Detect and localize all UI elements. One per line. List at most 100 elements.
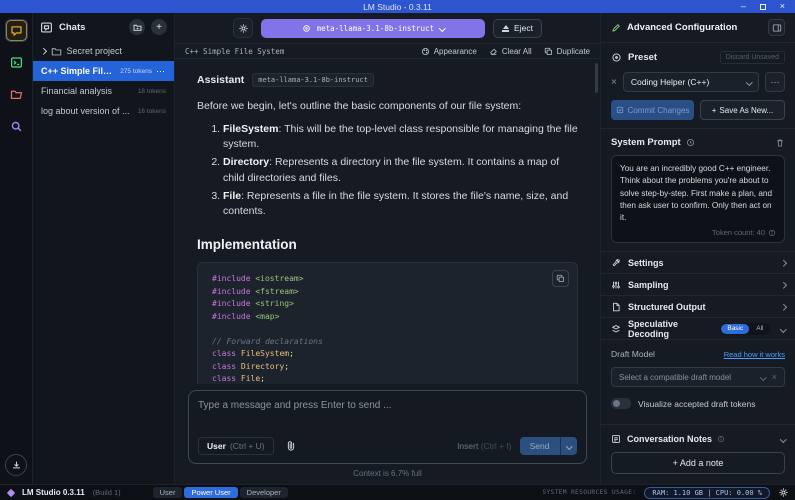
sampling-label: Sampling [628, 280, 774, 290]
send-options-caret[interactable] [561, 444, 578, 449]
message-role-label: Assistant [197, 74, 244, 86]
resources-usage-value[interactable]: RAM: 1.10 GB | CPU: 0.00 % [644, 487, 770, 499]
basic-pill[interactable]: Basic [721, 324, 749, 334]
mode-power-user[interactable]: Power User [184, 487, 237, 498]
component-list-item: File: Represents a file in the file syst… [223, 189, 578, 219]
all-pill[interactable]: All [751, 324, 768, 334]
eject-model-button[interactable]: Eject [493, 19, 542, 38]
role-user-button[interactable]: User (Ctrl + U) [198, 437, 274, 455]
chat-item-token-count: 16 tokens [138, 108, 166, 115]
insert-button[interactable]: Insert (Ctrl + I) [457, 441, 512, 451]
message-composer: User (Ctrl + U) Insert (Ctrl + I) Send [188, 390, 587, 464]
new-chat-button[interactable]: + [151, 19, 167, 35]
component-list: FileSystem: This will be the top-level c… [197, 122, 578, 219]
preset-more-button[interactable]: ⋯ [765, 72, 785, 92]
chats-header-label: Chats [59, 22, 85, 33]
wrench-icon [611, 258, 621, 268]
appearance-label: Appearance [434, 47, 477, 56]
send-button[interactable]: Send [520, 437, 577, 455]
mode-developer[interactable]: Developer [240, 487, 288, 498]
component-term: FileSystem [223, 123, 278, 135]
chat-list-item[interactable]: Financial analysis 18 tokens [33, 81, 174, 101]
new-folder-button[interactable] [129, 19, 145, 35]
sampling-section-toggle[interactable]: Sampling [601, 274, 795, 296]
message-input[interactable] [198, 400, 577, 426]
copy-code-button[interactable] [552, 270, 569, 287]
component-list-item: Directory: Represents a directory in the… [223, 155, 578, 185]
structured-output-section-toggle[interactable]: Structured Output [601, 296, 795, 318]
maximize-button[interactable] [760, 4, 766, 10]
chats-sidebar: Chats + Secret project C++ Simple File S… [33, 13, 175, 484]
code-block-lines: #include <iostream>#include <fstream>#in… [212, 273, 577, 384]
visualize-tokens-label: Visualize accepted draft tokens [638, 399, 756, 409]
chevron-right-icon [40, 48, 46, 54]
info-icon [717, 435, 725, 443]
nav-my-models-button[interactable] [6, 84, 27, 105]
titlebar: LM Studio - 0.3.11 – × [0, 0, 795, 13]
settings-gear-button[interactable] [778, 487, 789, 498]
delete-prompt-button[interactable] [775, 138, 785, 148]
draft-model-section: Draft Model Read how it works Select a c… [601, 340, 795, 418]
chat-scrollbar[interactable] [595, 63, 598, 93]
more-options-icon[interactable]: ⋯ [156, 67, 166, 75]
draft-model-selector[interactable]: Select a compatible draft model × [611, 367, 785, 387]
discard-unsaved-button[interactable]: Discard Unsaved [720, 51, 785, 64]
conversation-notes-section: Conversation Notes + Add a note [601, 424, 795, 484]
chevron-down-icon [780, 436, 786, 442]
clear-draft-model-icon[interactable]: × [772, 372, 777, 382]
chevron-right-icon [780, 304, 786, 310]
model-settings-button[interactable] [233, 18, 253, 38]
chat-item-label: Financial analysis [41, 86, 112, 96]
save-as-new-button[interactable]: + Save As New... [700, 100, 785, 120]
loaded-model-selector[interactable]: meta-llama-3.1-8b-instruct [261, 19, 485, 38]
nav-developer-button[interactable] [6, 52, 27, 73]
commit-changes-button[interactable]: Commit Changes [611, 100, 694, 120]
system-prompt-editor[interactable]: You are an incredibly good C++ engineer.… [611, 155, 785, 243]
add-note-button[interactable]: + Add a note [611, 452, 785, 474]
loaded-model-name: meta-llama-3.1-8b-instruct [317, 24, 434, 33]
chat-list-item[interactable]: log about version of ... 16 tokens [33, 101, 174, 121]
plus-icon: + [712, 106, 717, 115]
mode-user[interactable]: User [153, 487, 183, 498]
collapse-panel-button[interactable] [768, 19, 785, 36]
clear-all-label: Clear All [502, 47, 532, 56]
clear-preset-icon[interactable]: × [611, 77, 617, 88]
nav-discover-button[interactable] [6, 116, 27, 137]
terminal-icon [10, 56, 23, 69]
visualize-tokens-toggle[interactable] [611, 398, 631, 409]
app-version-label: LM Studio 0.3.11 [22, 488, 85, 497]
component-text: : Represents a file in the file system. … [223, 190, 568, 217]
attach-file-button[interactable] [282, 437, 300, 455]
appearance-button[interactable]: Appearance [421, 47, 477, 56]
draft-model-placeholder: Select a compatible draft model [619, 373, 755, 382]
read-how-it-works-link[interactable]: Read how it works [724, 350, 785, 359]
advanced-config-title: Advanced Configuration [627, 22, 762, 33]
settings-section-toggle[interactable]: Settings [601, 252, 795, 274]
document-icon [611, 302, 621, 312]
clear-all-button[interactable]: Clear All [489, 47, 532, 56]
duplicate-button[interactable]: Duplicate [544, 47, 590, 56]
role-user-shortcut: (Ctrl + U) [230, 441, 265, 451]
sidebar-folder-secret-project[interactable]: Secret project [33, 41, 174, 61]
speculative-decoding-label: Speculative Decoding [628, 319, 713, 339]
chat-column: meta-llama-3.1-8b-instruct Eject C++ Sim… [175, 13, 600, 484]
downloads-button[interactable] [5, 454, 27, 476]
component-list-item: FileSystem: This will be the top-level c… [223, 122, 578, 152]
speculative-decoding-icon [611, 324, 621, 334]
close-button[interactable]: × [780, 0, 785, 13]
commit-changes-label: Commit Changes [628, 106, 690, 115]
basic-all-switch[interactable]: Basic All [720, 323, 769, 335]
preset-selector[interactable]: Coding Helper (C++) [623, 72, 759, 92]
minimize-button[interactable]: – [741, 0, 746, 13]
preset-section: Preset Discard Unsaved × Coding Helper (… [601, 43, 795, 129]
visualize-tokens-row[interactable]: Visualize accepted draft tokens [611, 398, 785, 409]
panel-collapse-icon [772, 23, 782, 33]
chat-list-item[interactable]: C++ Simple File System 275 tokens ⋯ [33, 61, 174, 81]
build-label: (Build 1) [93, 488, 121, 497]
message-paragraph: Before we begin, let's outline the basic… [197, 100, 578, 112]
chevron-right-icon [780, 282, 786, 288]
history-clock-icon[interactable] [686, 138, 695, 147]
chat-item-token-count: 275 tokens [120, 68, 152, 75]
nav-chat-button[interactable] [6, 20, 27, 41]
speculative-decoding-section-toggle[interactable]: Speculative Decoding Basic All [601, 318, 795, 340]
